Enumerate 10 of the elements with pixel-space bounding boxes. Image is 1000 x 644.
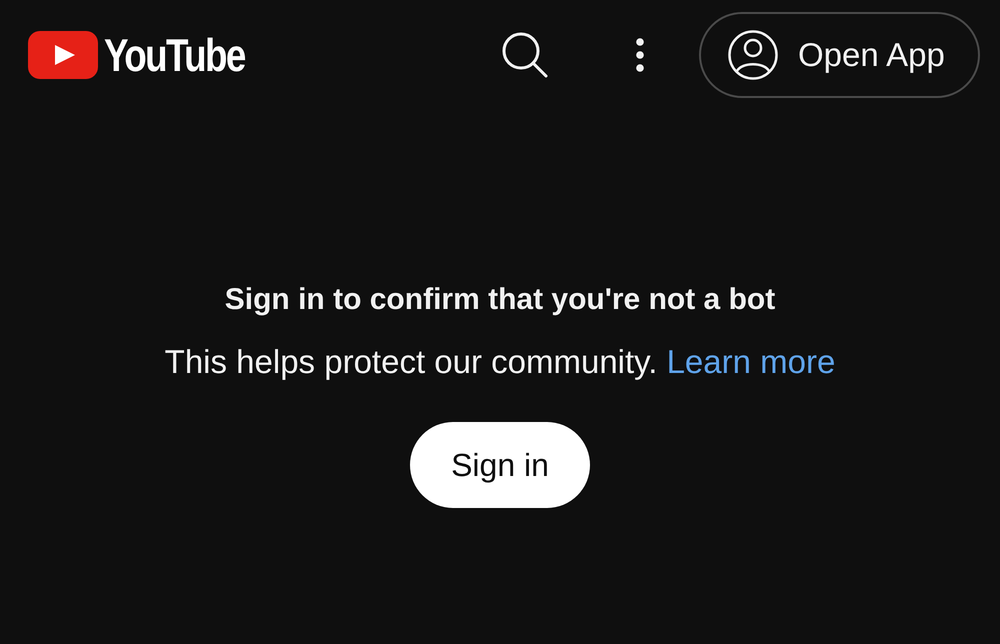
play-logo-icon bbox=[28, 31, 98, 79]
prompt-message: This helps protect our community. Learn more bbox=[164, 342, 836, 382]
sign-in-button[interactable]: Sign in bbox=[410, 422, 590, 508]
search-icon[interactable] bbox=[502, 32, 548, 78]
logo-wordmark: YouTube bbox=[104, 32, 245, 78]
open-app-button[interactable]: Open App bbox=[699, 12, 980, 98]
prompt-heading: Sign in to confirm that you're not a bot bbox=[224, 282, 776, 318]
learn-more-link[interactable]: Learn more bbox=[666, 343, 836, 380]
person-icon bbox=[728, 30, 778, 80]
more-options-icon[interactable] bbox=[636, 38, 644, 72]
